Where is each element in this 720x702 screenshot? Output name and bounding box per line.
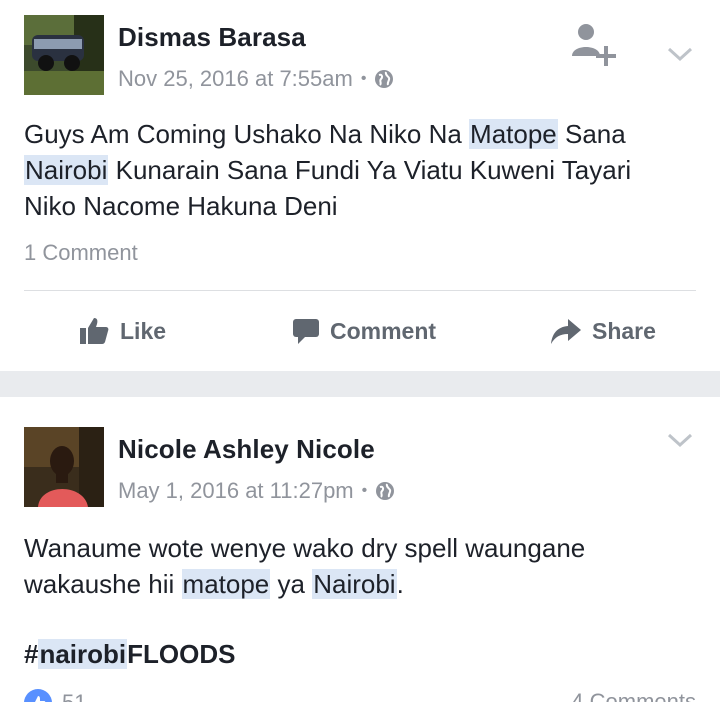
globe-icon — [375, 481, 395, 501]
avatar[interactable] — [24, 15, 104, 95]
post-meta: Nov 25, 2016 at 7:55am • — [118, 66, 394, 92]
text-fragment: Niko Nacome Hakuna Deni — [24, 191, 338, 221]
author-name[interactable]: Dismas Barasa — [118, 22, 306, 53]
post-meta: May 1, 2016 at 11:27pm • — [118, 478, 395, 504]
chevron-down-icon[interactable] — [666, 432, 694, 450]
text-fragment: Kunarain Sana Fundi Ya Viatu Kuweni Taya… — [108, 155, 632, 185]
post-text: Wanaume wote wenye wako dry spell waunga… — [24, 530, 704, 602]
text-fragment: Guys Am Coming Ushako Na Niko Na — [24, 119, 470, 149]
comment-button[interactable]: Comment — [292, 300, 436, 362]
post-text: Guys Am Coming Ushako Na Niko Na Matope … — [24, 116, 704, 224]
text-fragment: Wanaume wote wenye wako dry spell waunga… — [24, 533, 586, 563]
reaction-count: 51 — [62, 690, 86, 702]
timestamp[interactable]: May 1, 2016 at 11:27pm — [118, 478, 354, 504]
like-button[interactable]: Like — [78, 300, 166, 362]
author-name[interactable]: Nicole Ashley Nicole — [118, 434, 375, 465]
meta-separator: • — [360, 70, 367, 87]
share-label: Share — [592, 317, 656, 344]
avatar[interactable] — [24, 427, 104, 507]
post-actions: Like Comment Share — [0, 300, 720, 362]
share-button[interactable]: Share — [550, 300, 656, 362]
share-icon — [551, 319, 581, 344]
text-fragment: . — [396, 569, 404, 599]
comment-count[interactable]: 1 Comment — [24, 240, 138, 266]
timestamp[interactable]: Nov 25, 2016 at 7:55am — [118, 66, 353, 92]
search-highlight: nairobi — [38, 639, 128, 669]
add-friend-icon[interactable] — [570, 20, 618, 68]
reaction-summary[interactable]: 51 — [24, 689, 86, 702]
search-highlight: Nairobi — [24, 155, 109, 185]
meta-separator: • — [361, 482, 368, 499]
chevron-down-icon[interactable] — [666, 46, 694, 64]
thumbs-up-icon — [80, 318, 109, 344]
feed-separator — [0, 371, 720, 397]
search-highlight: matope — [181, 569, 271, 599]
like-reaction-icon — [24, 689, 52, 702]
search-highlight: Matope — [469, 119, 558, 149]
hashtag-suffix: FLOODS — [127, 639, 236, 669]
text-fragment: ya — [270, 569, 313, 599]
search-highlight: Nairobi — [312, 569, 397, 599]
hashtag-link[interactable]: #nairobiFLOODS — [24, 639, 235, 670]
post-card: Nicole Ashley Nicole May 1, 2016 at 11:2… — [0, 397, 720, 702]
text-fragment: Sana — [557, 119, 626, 149]
post-card: Dismas Barasa Nov 25, 2016 at 7:55am • G… — [0, 0, 720, 371]
divider — [24, 290, 696, 291]
comment-label: Comment — [330, 317, 437, 344]
comment-icon — [293, 319, 319, 344]
hashtag-prefix: # — [24, 639, 39, 669]
globe-icon — [374, 69, 394, 89]
text-fragment: wakaushe hii — [24, 569, 182, 599]
like-label: Like — [120, 317, 167, 344]
comment-count[interactable]: 4 Comments — [571, 689, 696, 702]
